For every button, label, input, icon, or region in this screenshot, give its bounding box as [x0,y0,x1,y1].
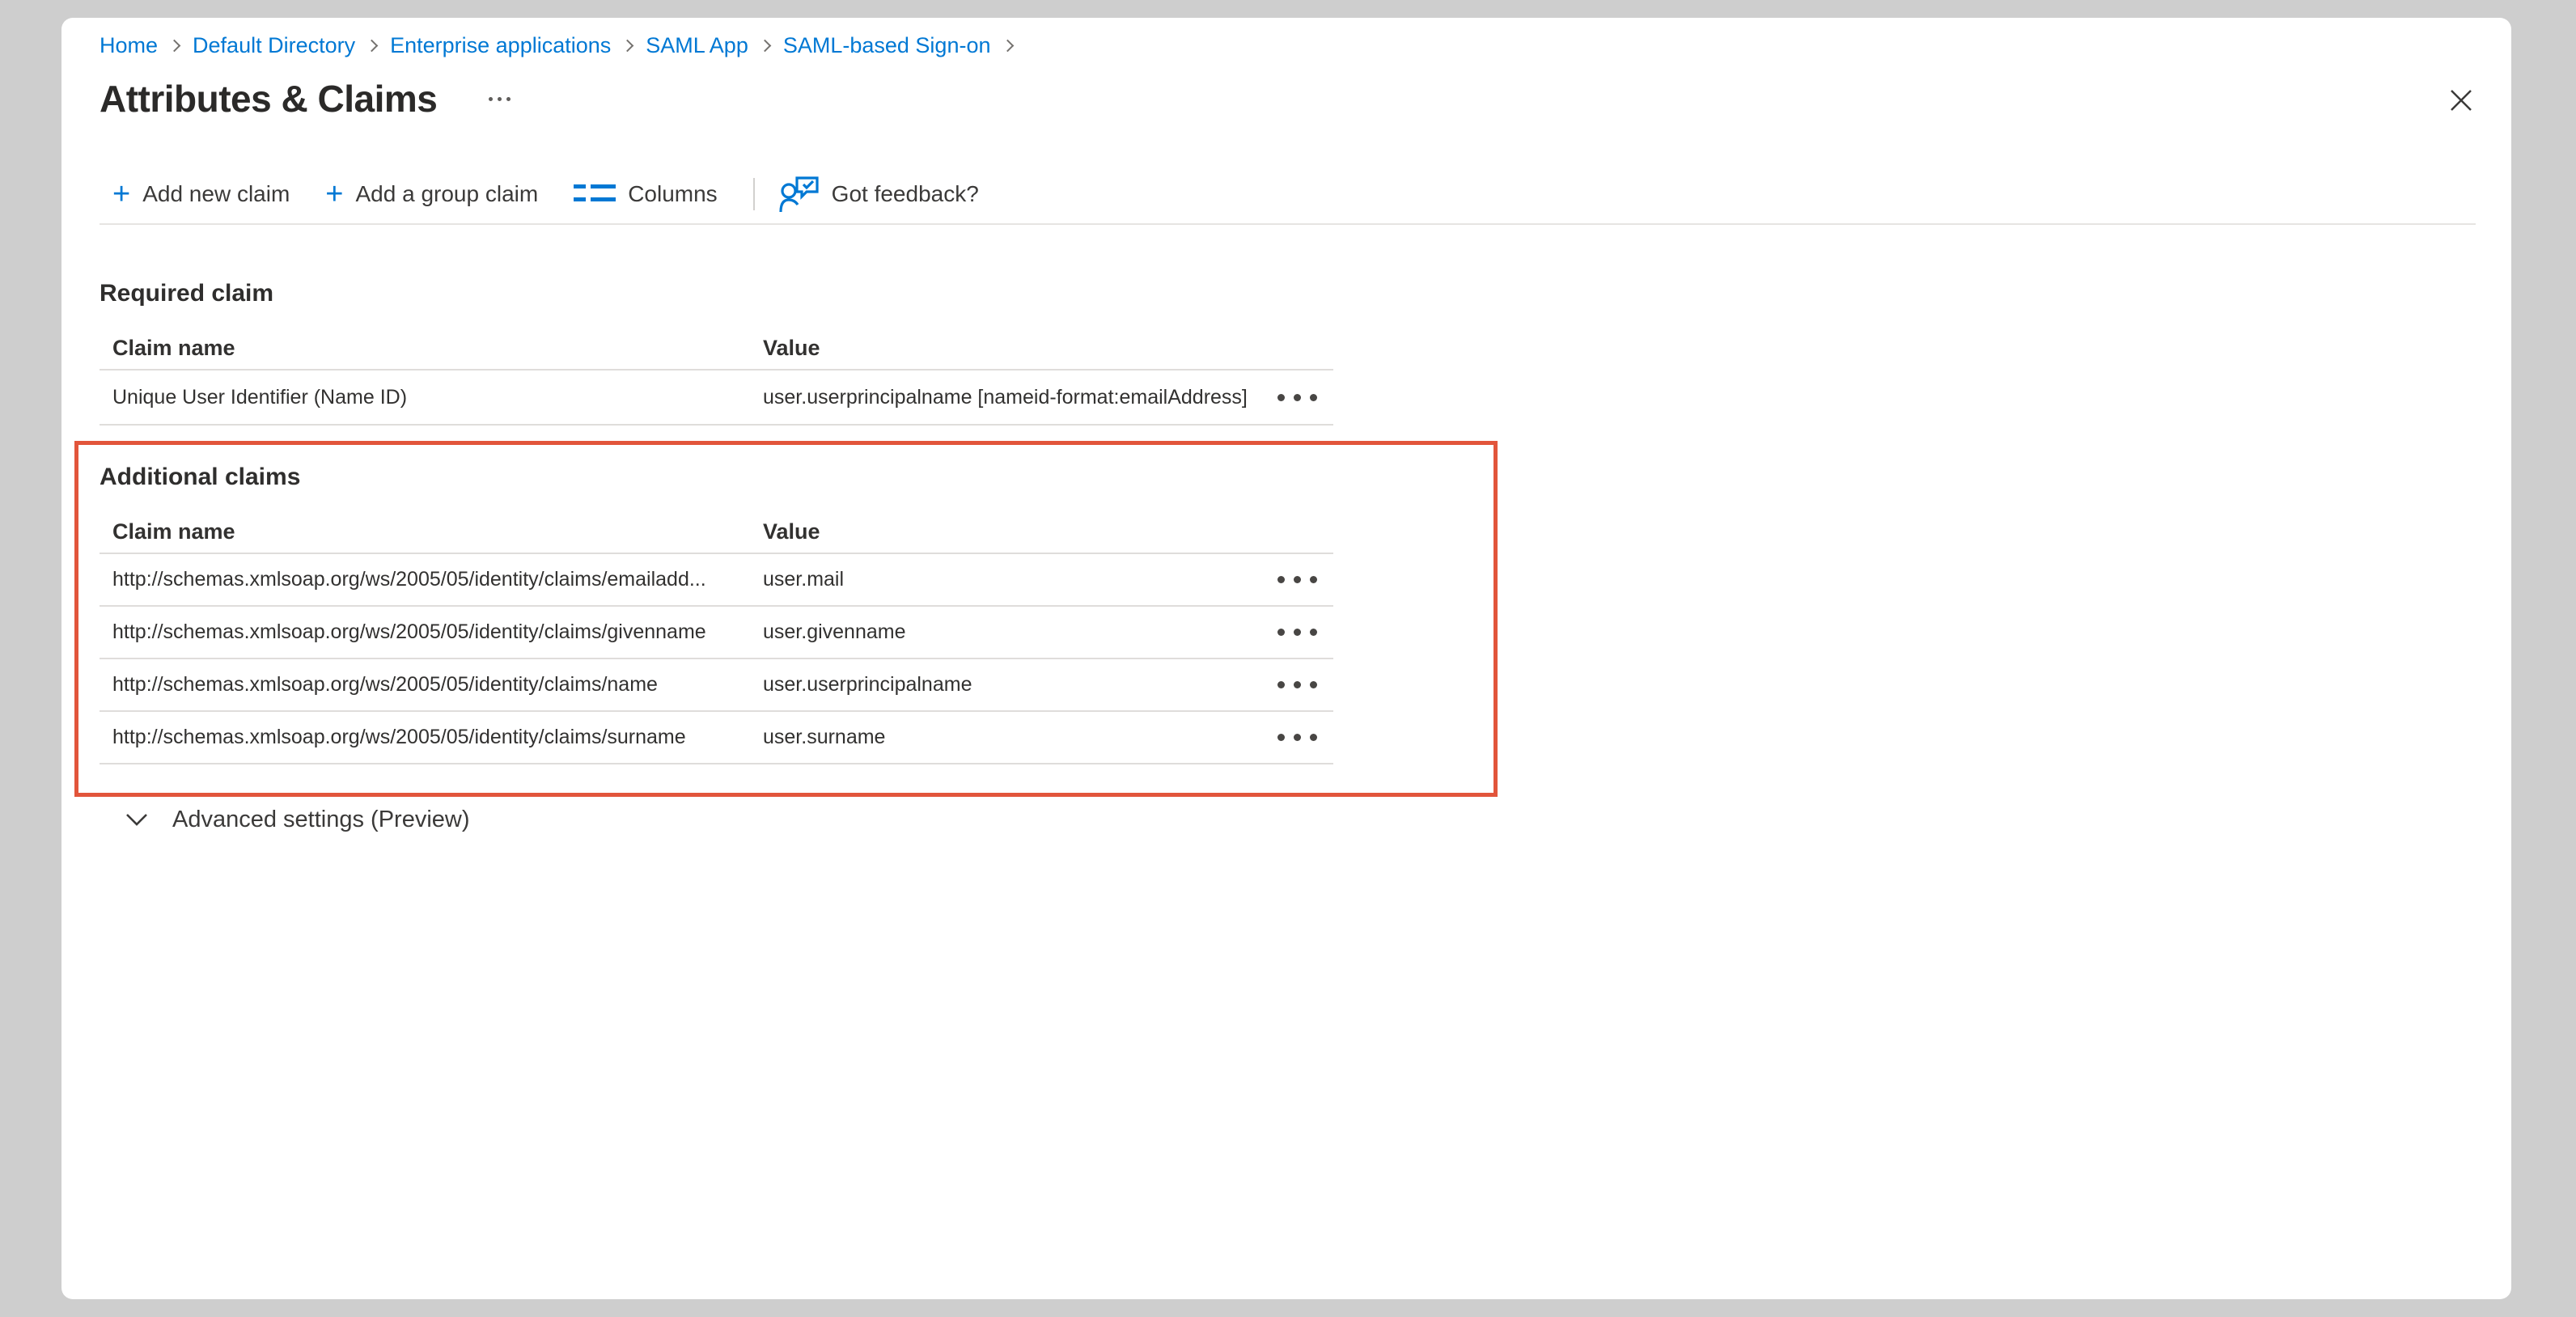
chevron-right-icon [168,39,181,52]
breadcrumb-default-directory[interactable]: Default Directory [193,33,355,58]
chevron-right-icon [1001,39,1014,52]
columns-icon [574,182,616,206]
breadcrumb-saml-based-sign-on[interactable]: SAML-based Sign-on [783,33,991,58]
toolbar-rule [100,223,2476,225]
value-cell: user.surname [763,726,1260,749]
value-cell: user.mail [763,568,1260,591]
claim-name-cell: http://schemas.xmlsoap.org/ws/2005/05/id… [100,568,763,591]
additional-claims-table: Claim name Value http://schemas.xmlsoap.… [100,511,1333,764]
add-group-claim-label: Add a group claim [356,181,539,207]
row-actions-button[interactable] [1271,727,1324,747]
columns-label: Columns [628,181,717,207]
got-feedback-button[interactable]: Got feedback? [779,175,979,214]
plus-icon: + [112,179,130,210]
claim-name-column-header: Claim name [100,519,763,544]
blade-header: Attributes & Claims [100,76,2476,121]
additional-claims-heading: Additional claims [100,463,2476,492]
value-column-header: Value [763,519,1260,544]
feedback-icon [779,175,820,214]
value-cell: user.givenname [763,620,1260,644]
table-row[interactable]: http://schemas.xmlsoap.org/ws/2005/05/id… [100,659,1333,712]
required-claim-heading: Required claim [100,279,2476,308]
claim-name-cell: http://schemas.xmlsoap.org/ws/2005/05/id… [100,726,763,749]
row-actions-button[interactable] [1271,570,1324,590]
table-header-row: Claim name Value [100,511,1333,554]
breadcrumb-enterprise-applications[interactable]: Enterprise applications [390,33,611,58]
table-row[interactable]: Unique User Identifier (Name ID) user.us… [100,371,1333,426]
got-feedback-label: Got feedback? [832,181,979,207]
claim-name-cell: http://schemas.xmlsoap.org/ws/2005/05/id… [100,673,763,697]
advanced-settings-toggle[interactable]: Advanced settings (Preview) [125,805,2476,834]
toolbar-divider [753,178,755,210]
value-column-header: Value [763,336,1260,361]
table-row[interactable]: http://schemas.xmlsoap.org/ws/2005/05/id… [100,607,1333,659]
claim-name-column-header: Claim name [100,336,763,361]
chevron-right-icon [366,39,379,52]
chevron-down-icon [125,813,148,826]
claim-name-cell: http://schemas.xmlsoap.org/ws/2005/05/id… [100,620,763,644]
breadcrumb: Home Default Directory Enterprise applic… [100,33,2476,57]
table-row[interactable]: http://schemas.xmlsoap.org/ws/2005/05/id… [100,554,1333,607]
add-new-claim-label: Add new claim [142,181,290,207]
chevron-right-icon [759,39,772,52]
attributes-claims-blade: Home Default Directory Enterprise applic… [61,18,2511,1299]
row-actions-button[interactable] [1271,675,1324,695]
advanced-settings-label: Advanced settings (Preview) [172,807,470,833]
columns-button[interactable]: Columns [574,181,717,207]
value-cell: user.userprincipalname [763,673,1260,697]
add-group-claim-button[interactable]: + Add a group claim [325,179,538,210]
close-icon [2448,87,2474,113]
close-button[interactable] [2443,83,2479,118]
breadcrumb-saml-app[interactable]: SAML App [646,33,748,58]
command-bar: + Add new claim + Add a group claim Colu… [100,176,2476,213]
page-title: Attributes & Claims [100,77,437,121]
value-cell: user.userprincipalname [nameid-format:em… [763,386,1260,409]
row-actions-button[interactable] [1271,387,1324,408]
row-actions-button[interactable] [1271,622,1324,642]
table-row[interactable]: http://schemas.xmlsoap.org/ws/2005/05/id… [100,712,1333,764]
add-new-claim-button[interactable]: + Add new claim [112,179,290,210]
claim-name-cell: Unique User Identifier (Name ID) [100,386,763,409]
required-claim-table: Claim name Value Unique User Identifier … [100,328,1333,426]
plus-icon: + [325,179,343,210]
chevron-right-icon [621,39,634,52]
breadcrumb-home[interactable]: Home [100,33,158,58]
table-header-row: Claim name Value [100,328,1333,371]
context-menu-button[interactable] [484,92,515,106]
